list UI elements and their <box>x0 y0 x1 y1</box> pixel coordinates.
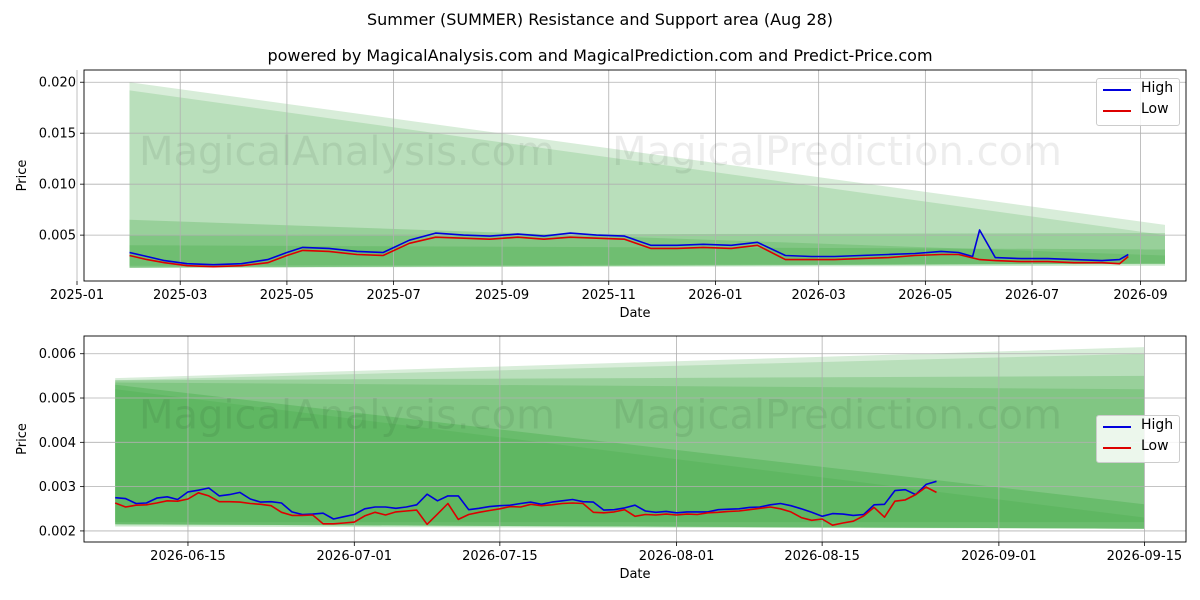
x-axis-label: Date <box>619 306 650 321</box>
top-legend: High Low <box>1096 78 1180 126</box>
x-tick-label: 2026-08-01 <box>639 549 715 564</box>
y-tick-label: 0.010 <box>39 178 76 193</box>
y-axis-label: Price <box>15 423 30 455</box>
x-tick-label: 2026-07 <box>1005 288 1059 303</box>
x-tick-label: 2026-09 <box>1113 288 1167 303</box>
x-axis-label: Date <box>619 567 650 582</box>
watermark-text: MagicalAnalysis.com <box>139 129 555 175</box>
y-axis-label: Price <box>15 160 30 192</box>
x-tick-label: 2026-05 <box>898 288 952 303</box>
legend-low-label: Low <box>1141 101 1169 117</box>
x-tick-label: 2026-08-15 <box>784 549 860 564</box>
y-tick-label: 0.005 <box>39 229 76 244</box>
x-tick-label: 2025-05 <box>260 288 314 303</box>
y-tick-label: 0.015 <box>39 127 76 142</box>
bottom-legend-low: Low <box>1097 437 1179 458</box>
y-tick-label: 0.005 <box>39 392 76 407</box>
figure-title: Summer (SUMMER) Resistance and Support a… <box>366 10 833 29</box>
legend-high-swatch <box>1103 426 1131 428</box>
chart-figure: 2025-01 2025-03 2025-05 2025-07 2025-09 2025-… <box>15 69 1187 582</box>
x-tick-label: 2026-07-01 <box>317 549 393 564</box>
legend-high-label: High <box>1141 417 1174 433</box>
watermark-text: MagicalAnalysis.com <box>139 393 555 439</box>
bottom-legend-high: High <box>1097 416 1179 437</box>
y-tick-label: 0.020 <box>39 76 76 91</box>
legend-high-swatch <box>1103 89 1131 91</box>
figure-subtitle: powered by MagicalAnalysis.com and Magic… <box>267 46 933 65</box>
x-tick-label: 2025-03 <box>153 288 207 303</box>
y-tick-label: 0.002 <box>39 524 76 539</box>
x-tick-label: 2025-11 <box>582 288 636 303</box>
x-tick-label: 2026-03 <box>792 288 846 303</box>
bottom-legend: High Low <box>1096 415 1180 463</box>
legend-high-label: High <box>1141 80 1174 96</box>
x-tick-label: 2026-01 <box>688 288 742 303</box>
watermark-text: MagicalPrediction.com <box>612 129 1062 175</box>
legend-low-swatch <box>1103 110 1131 112</box>
top-legend-high: High <box>1097 79 1179 100</box>
x-tick-label: 2025-09 <box>475 288 529 303</box>
x-tick-label: 2026-07-15 <box>462 549 538 564</box>
x-tick-label: 2026-09-15 <box>1107 549 1183 564</box>
y-tick-label: 0.006 <box>39 347 76 362</box>
top-legend-low: Low <box>1097 100 1179 121</box>
x-tick-label: 2025-01 <box>50 288 104 303</box>
watermark-text: MagicalPrediction.com <box>612 393 1062 439</box>
legend-low-label: Low <box>1141 438 1169 454</box>
legend-low-swatch <box>1103 447 1131 449</box>
x-tick-label: 2026-06-15 <box>150 549 226 564</box>
y-tick-label: 0.003 <box>39 480 76 495</box>
x-tick-label: 2026-09-01 <box>961 549 1037 564</box>
y-tick-label: 0.004 <box>39 436 76 451</box>
x-tick-label: 2025-07 <box>366 288 420 303</box>
